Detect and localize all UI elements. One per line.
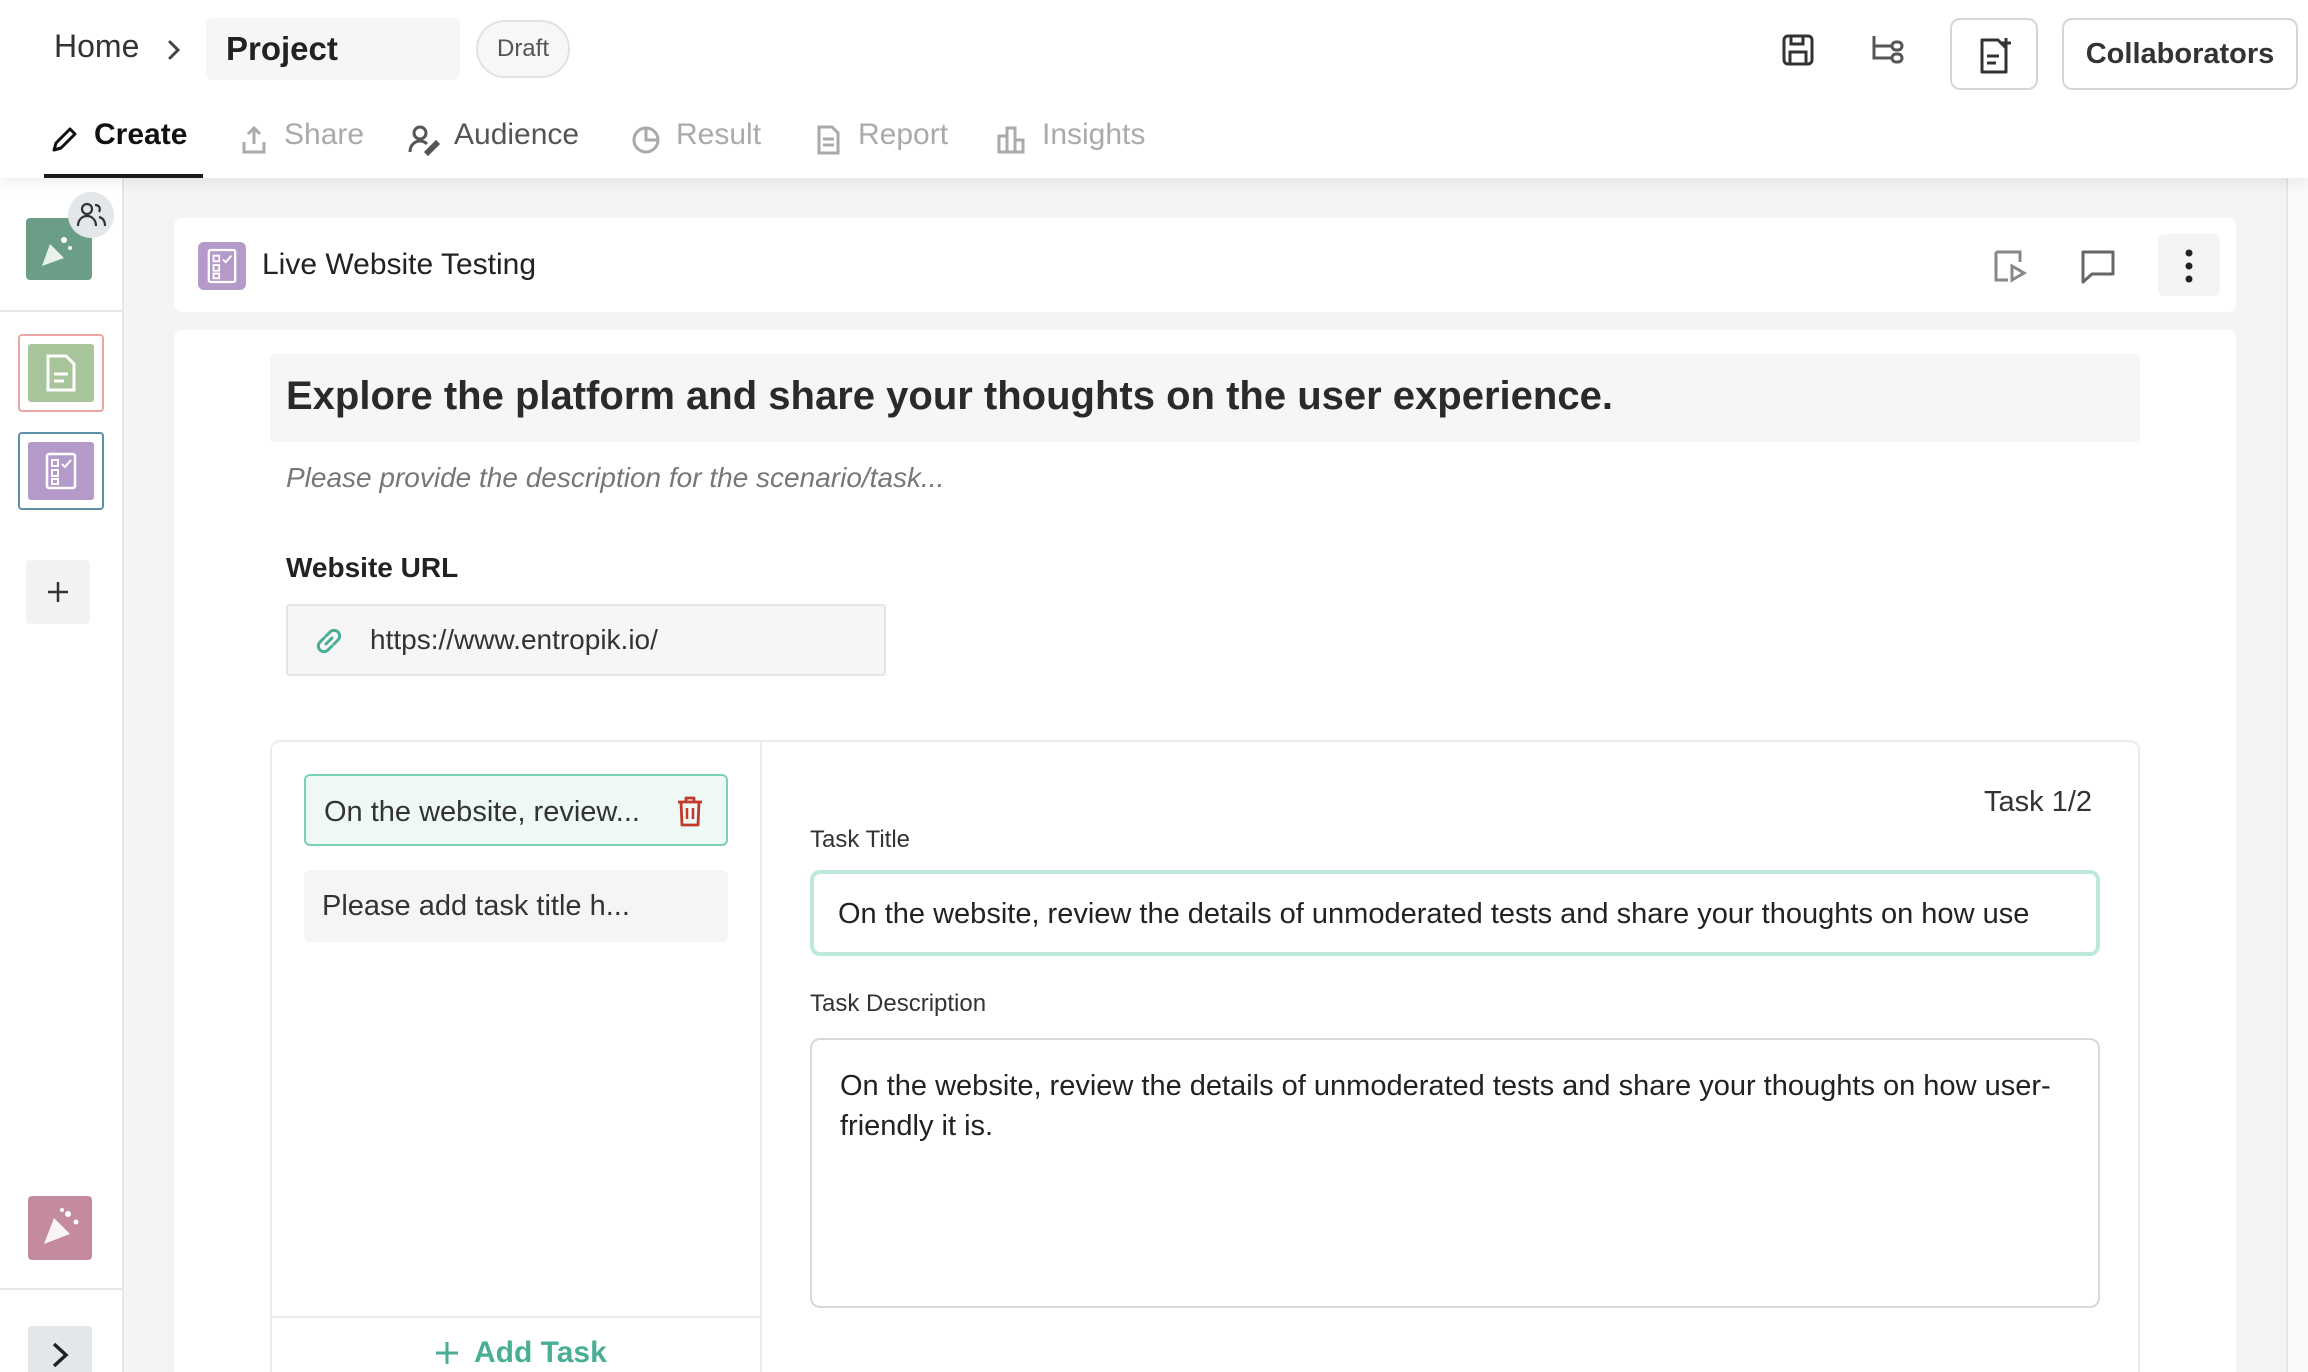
- left-block-rail: [0, 178, 124, 1372]
- trash-icon[interactable]: [674, 794, 706, 828]
- plus-icon: [436, 1342, 458, 1364]
- chevron-right-icon: [168, 40, 181, 60]
- block-editor-card: Explore the platform and share your thou…: [174, 330, 2236, 1372]
- document-icon: [46, 354, 76, 392]
- checklist-icon: [45, 452, 77, 490]
- link-icon: [316, 628, 342, 654]
- rail-divider-bottom: [0, 1288, 124, 1290]
- task-counter: Task 1/2: [1984, 786, 2092, 818]
- tab-audience[interactable]: Audience: [406, 118, 579, 178]
- website-test-block-thumbnail: [28, 442, 94, 500]
- website-url-input[interactable]: https://www.entropik.io/: [286, 604, 886, 676]
- checklist-icon: [207, 248, 237, 284]
- more-options-button[interactable]: [2158, 234, 2220, 296]
- video-preview-icon[interactable]: [1990, 246, 2030, 286]
- share-upload-icon: [242, 125, 266, 154]
- pencil-icon: [52, 127, 77, 152]
- collaborators-button[interactable]: Collaborators: [2062, 18, 2298, 90]
- task-list-item[interactable]: Please add task title h...: [304, 870, 728, 942]
- flow-logic-icon[interactable]: [1866, 28, 1910, 72]
- add-task-bar: Add Task: [272, 1316, 760, 1372]
- task-description-input[interactable]: On the website, review the details of un…: [810, 1038, 2100, 1308]
- add-document-button[interactable]: [1950, 18, 2038, 90]
- task-list: On the website, review... Please add tas…: [272, 742, 762, 1372]
- tab-create[interactable]: Create: [43, 118, 204, 178]
- question-description-input[interactable]: Please provide the description for the s…: [286, 462, 944, 494]
- top-header: Home Project Draft Collaborators Create …: [0, 0, 2308, 178]
- task-description-label: Task Description: [810, 990, 987, 1017]
- pie-chart-icon: [632, 126, 660, 154]
- task-list-item[interactable]: On the website, review...: [304, 774, 728, 846]
- tab-report[interactable]: Report: [810, 118, 948, 178]
- audience-icon: [408, 125, 441, 157]
- rail-block-document[interactable]: [18, 334, 104, 412]
- comment-icon[interactable]: [2078, 246, 2118, 286]
- save-icon[interactable]: [1776, 28, 1820, 72]
- website-url-label: Website URL: [286, 552, 459, 583]
- question-title-input[interactable]: Explore the platform and share your thou…: [270, 354, 2140, 442]
- tasks-panel: On the website, review... Please add tas…: [270, 740, 2140, 1372]
- plus-icon: [48, 582, 68, 602]
- website-url-value: https://www.entropik.io/: [370, 624, 658, 655]
- more-vertical-icon: [2185, 249, 2193, 283]
- task-title-input[interactable]: On the website, review the details of un…: [810, 870, 2100, 956]
- tab-share[interactable]: Share: [236, 118, 364, 178]
- thank-you-block-thumbnail[interactable]: [28, 1196, 92, 1260]
- chevron-right-icon: [52, 1342, 69, 1368]
- celebration-icon: [42, 237, 72, 266]
- report-icon: [817, 125, 840, 155]
- add-task-button[interactable]: Add Task: [432, 1336, 607, 1370]
- page-scroll-edge: [2286, 178, 2308, 1372]
- document-block-thumbnail: [28, 344, 94, 402]
- tab-result[interactable]: Result: [628, 118, 761, 178]
- audience-avatar[interactable]: [68, 192, 114, 238]
- add-block-button[interactable]: [26, 560, 90, 624]
- rail-block-website-test[interactable]: [18, 432, 104, 510]
- breadcrumb-project[interactable]: Project: [206, 18, 460, 80]
- rail-divider: [0, 310, 124, 312]
- insights-icon: [997, 126, 1025, 154]
- website-test-block-icon: [198, 242, 246, 290]
- users-icon: [76, 202, 107, 227]
- expand-rail-button[interactable]: [28, 1326, 92, 1372]
- task-title-label: Task Title: [810, 826, 911, 853]
- block-title-card: Live Website Testing: [174, 218, 2236, 312]
- status-badge: Draft: [476, 20, 570, 78]
- breadcrumb-home[interactable]: Home: [54, 28, 139, 65]
- tab-insights[interactable]: Insights: [994, 118, 1145, 178]
- block-title: Live Website Testing: [262, 248, 537, 281]
- document-plus-icon: [1980, 38, 2011, 74]
- party-popper-icon: [44, 1208, 79, 1244]
